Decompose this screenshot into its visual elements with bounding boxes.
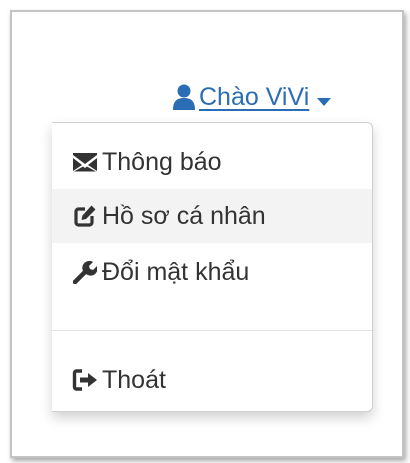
- envelope-icon: [72, 150, 98, 174]
- window-frame: Chào ViVi Thông báo Hồ sơ cá nhân Đổi mậ…: [10, 10, 404, 458]
- menu-item-profile[interactable]: Hồ sơ cá nhân: [52, 189, 372, 243]
- wrench-icon: [72, 260, 98, 284]
- menu-item-logout[interactable]: Thoát: [52, 353, 372, 407]
- menu-divider: [52, 330, 372, 331]
- user-icon: [172, 84, 196, 110]
- menu-item-label: Thông báo: [102, 147, 222, 176]
- caret-down-icon: [317, 93, 332, 106]
- user-dropdown-menu: Thông báo Hồ sơ cá nhân Đổi mật khẩu Tho…: [52, 122, 373, 412]
- menu-item-change-password[interactable]: Đổi mật khẩu: [52, 245, 372, 299]
- menu-item-label: Đổi mật khẩu: [102, 257, 250, 286]
- user-greeting: Chào ViVi: [199, 82, 310, 111]
- user-menu-toggle[interactable]: Chào ViVi: [172, 80, 332, 114]
- menu-item-label: Thoát: [102, 365, 166, 394]
- edit-icon: [72, 204, 98, 228]
- menu-item-label: Hồ sơ cá nhân: [102, 201, 266, 230]
- menu-item-notifications[interactable]: Thông báo: [52, 135, 372, 189]
- sign-out-icon: [72, 368, 98, 392]
